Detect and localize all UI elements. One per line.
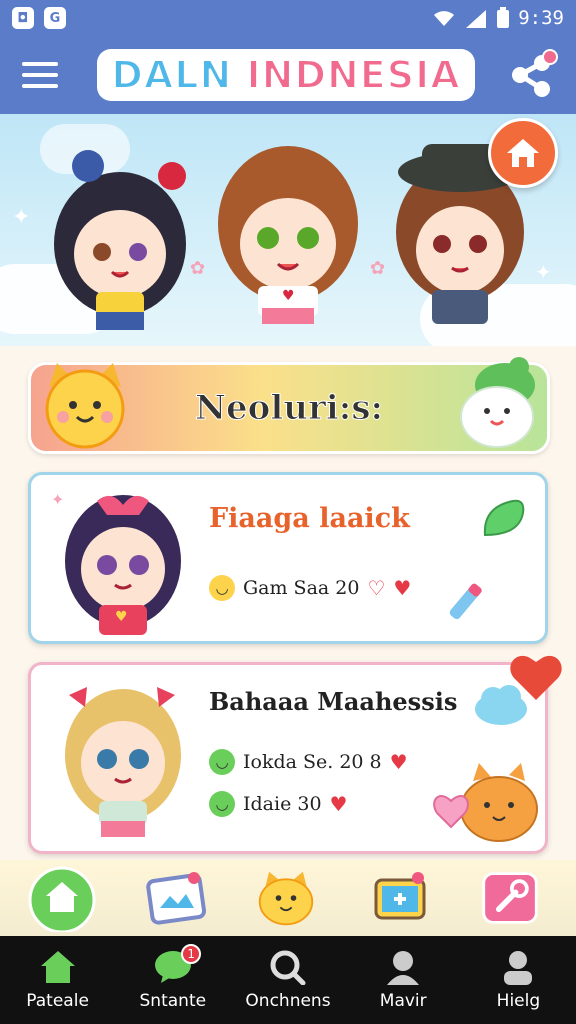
cat-sticker-icon — [433, 763, 538, 842]
nav-item-mavir[interactable]: Mavir — [346, 936, 461, 1024]
app-bar: DALN INDNESIA — [0, 36, 576, 114]
app-title: DALN INDNESIA — [97, 49, 475, 101]
share-icon — [512, 49, 558, 97]
tv-icon — [374, 872, 426, 920]
nav-item-pateale[interactable]: Pateale — [0, 936, 115, 1024]
character-avatar: ✦ ♥ — [51, 490, 181, 635]
card-meta-row: ◡ Idaie 30 ♥ — [209, 791, 347, 817]
frog-mascot-icon — [460, 357, 535, 448]
svg-text:✦: ✦ — [535, 260, 552, 284]
section-title: Neoluri:s: — [194, 388, 384, 429]
svg-text:♥: ♥ — [282, 288, 295, 304]
bottom-nav: Pateale 1 Sntante Onchnens Mavir Hielg — [0, 936, 576, 1024]
profile-icon — [504, 951, 533, 985]
meta-text: Iokda Se. 20 8 — [243, 751, 382, 773]
nav-item-onchnens[interactable]: Onchnens — [230, 936, 345, 1024]
nav-label: Sntante — [139, 991, 207, 1011]
heart-icon: ♥ — [389, 750, 408, 774]
home-icon — [28, 866, 96, 932]
heart-icon: ♥ — [393, 576, 412, 600]
wrench-icon — [482, 872, 538, 924]
nav-item-sntante[interactable]: 1 Sntante — [115, 936, 230, 1024]
menu-button[interactable] — [22, 53, 66, 97]
home-fab-button[interactable] — [488, 118, 558, 188]
search-icon — [270, 950, 306, 985]
notification-app-icon: G — [44, 7, 66, 29]
heart-icon: ♡ — [367, 576, 386, 600]
svg-text:✿: ✿ — [190, 258, 205, 279]
notification-app-icon: ◘ — [12, 7, 34, 29]
smile-icon: ◡ — [209, 791, 235, 817]
person-icon — [387, 951, 420, 985]
cat-mascot-icon — [45, 363, 125, 449]
nav-item-hielg[interactable]: Hielg — [461, 936, 576, 1024]
nav-label: Pateale — [26, 991, 89, 1011]
cat-face-icon — [258, 871, 314, 926]
tools-shortcut-button[interactable] — [480, 868, 540, 928]
home-icon — [507, 139, 539, 167]
share-button[interactable] — [506, 49, 558, 101]
notification-badge: 1 — [181, 944, 202, 964]
signal-icon — [466, 10, 487, 28]
meta-text: Gam Saa 20 — [243, 577, 360, 599]
nav-label: Onchnens — [245, 991, 331, 1011]
leaf-sticker-icon — [483, 499, 525, 537]
smile-icon: ◡ — [209, 749, 235, 775]
status-bar: ◘ G 9:39 — [0, 0, 576, 36]
character-name: Bahaaa Maahessis — [209, 687, 458, 716]
character-avatar — [65, 687, 181, 837]
svg-text:✦: ✦ — [51, 490, 64, 509]
photo-icon — [146, 872, 206, 925]
tv-shortcut-button[interactable] — [370, 868, 430, 928]
svg-text:♥: ♥ — [115, 609, 128, 625]
mascot-shortcut-button[interactable] — [256, 868, 316, 928]
status-time: 9:39 — [518, 7, 564, 29]
card-meta-row: ◡ Iokda Se. 20 8 ♥ — [209, 749, 408, 775]
character-card[interactable]: Bahaaa Maahessis ◡ Iokda Se. 20 8 ♥ ◡ Id… — [28, 662, 548, 854]
heart-sticker-icon — [510, 655, 562, 700]
nav-label: Hielg — [496, 991, 541, 1011]
nav-label: Mavir — [379, 991, 427, 1011]
home-icon — [40, 951, 75, 983]
svg-text:✿: ✿ — [370, 258, 385, 279]
card-meta-row: ◡ Gam Saa 20 ♡ ♥ — [209, 575, 411, 601]
character-card[interactable]: ✦ ♥ Fiaaga laaick ◡ Gam Saa 20 ♡ ♥ — [28, 472, 548, 644]
home-shortcut-button[interactable] — [26, 864, 102, 932]
svg-text:✦: ✦ — [12, 205, 30, 230]
smile-icon: ◡ — [209, 575, 235, 601]
hero-banner: ✦ ✿ ✿ ✦ ♥ — [0, 114, 576, 346]
character-name: Fiaaga laaick — [209, 503, 410, 534]
meta-text: Idaie 30 — [243, 793, 322, 815]
heart-icon: ♥ — [329, 792, 348, 816]
pen-sticker-icon — [449, 583, 482, 620]
shortcut-bar — [0, 860, 576, 936]
section-banner: Neoluri:s: — [28, 357, 550, 454]
wifi-icon — [434, 11, 455, 26]
battery-icon — [497, 7, 510, 28]
photo-shortcut-button[interactable] — [146, 868, 206, 928]
